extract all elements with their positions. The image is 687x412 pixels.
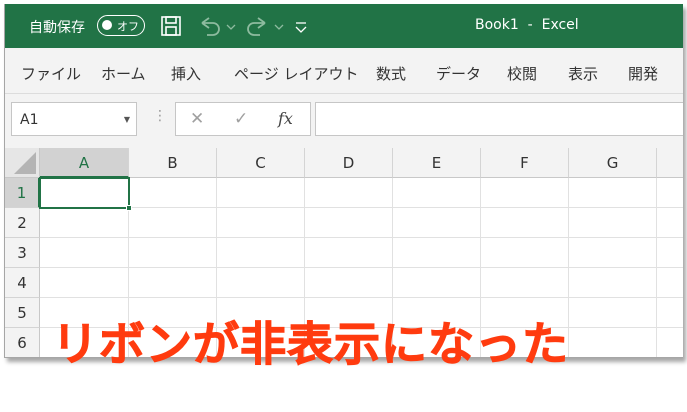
cell[interactable] [217, 208, 305, 238]
cell[interactable] [569, 208, 657, 238]
tab-developer[interactable]: 開発 [628, 63, 658, 84]
cell[interactable] [569, 298, 657, 328]
chevron-down-icon[interactable]: ▼ [124, 115, 130, 124]
cell[interactable] [657, 208, 683, 238]
autosave-toggle[interactable]: オフ [97, 15, 145, 36]
cell[interactable] [657, 268, 683, 298]
window-title: Book1 - Excel [475, 17, 579, 33]
excel-window: 自動保存 オフ Book1 - Excel ファイル ホーム 挿入 ページ レイ… [4, 4, 683, 358]
cell[interactable] [569, 178, 657, 208]
column-header-f[interactable]: F [481, 148, 569, 178]
column-header-e[interactable]: E [393, 148, 481, 178]
row-header-1[interactable]: 1 [5, 178, 40, 208]
cell[interactable] [657, 178, 683, 208]
menu-tabs: ファイル ホーム 挿入 ページ レイアウト 数式 データ 校閲 表示 開発 [5, 48, 683, 94]
row-header-3[interactable]: 3 [5, 238, 40, 268]
enter-icon[interactable]: ✓ [234, 109, 248, 129]
cell[interactable] [481, 178, 569, 208]
column-header-c[interactable]: C [217, 148, 305, 178]
row-header-2[interactable]: 2 [5, 208, 40, 238]
cell[interactable] [393, 268, 481, 298]
cell[interactable] [569, 268, 657, 298]
fill-handle[interactable] [126, 205, 132, 211]
cell[interactable] [657, 328, 683, 357]
cell[interactable] [393, 238, 481, 268]
name-box-value: A1 [20, 112, 39, 128]
row-header-6[interactable]: 6 [5, 328, 40, 357]
cell[interactable] [217, 178, 305, 208]
tab-data[interactable]: データ [436, 63, 481, 84]
cell[interactable] [657, 298, 683, 328]
tab-formulas[interactable]: 数式 [376, 63, 406, 84]
cell[interactable] [305, 178, 393, 208]
select-all-button[interactable] [5, 148, 40, 178]
cell[interactable] [40, 238, 129, 268]
formula-bar-grip-icon[interactable]: ⋮ [153, 108, 167, 124]
undo-icon[interactable] [197, 15, 239, 37]
column-header-b[interactable]: B [129, 148, 217, 178]
cell[interactable] [569, 328, 657, 357]
cell[interactable] [305, 208, 393, 238]
row-header-5[interactable]: 5 [5, 298, 40, 328]
cell[interactable] [40, 208, 129, 238]
cancel-icon[interactable]: ✕ [190, 109, 204, 129]
tab-file[interactable]: ファイル [21, 63, 81, 84]
cell[interactable] [129, 238, 217, 268]
cell[interactable] [129, 208, 217, 238]
cell[interactable] [305, 268, 393, 298]
caption-text: リボンが非表示になった [52, 317, 569, 372]
insert-function-button[interactable]: fx [278, 109, 293, 128]
redo-icon[interactable] [245, 15, 287, 37]
cell[interactable] [129, 178, 217, 208]
cell[interactable] [481, 208, 569, 238]
column-header-g[interactable]: G [569, 148, 657, 178]
formula-input[interactable] [315, 102, 683, 136]
tab-insert[interactable]: 挿入 [171, 63, 201, 84]
cell[interactable] [569, 238, 657, 268]
cell[interactable] [305, 238, 393, 268]
cell[interactable] [129, 268, 217, 298]
tab-view[interactable]: 表示 [568, 63, 598, 84]
tab-home[interactable]: ホーム [101, 63, 146, 84]
tab-review[interactable]: 校閲 [507, 63, 537, 84]
formula-buttons: ✕ ✓ fx [175, 102, 311, 136]
cell[interactable] [40, 268, 129, 298]
select-all-triangle-icon [14, 152, 36, 174]
name-box[interactable]: A1 ▼ [11, 102, 137, 136]
column-header-h-partial[interactable] [657, 148, 683, 178]
column-header-a[interactable]: A [40, 148, 129, 178]
save-icon[interactable] [160, 15, 182, 37]
formula-bar: A1 ▼ ⋮ ✕ ✓ fx [5, 94, 683, 148]
cell[interactable] [657, 238, 683, 268]
column-header-d[interactable]: D [305, 148, 393, 178]
toggle-knob [102, 20, 112, 30]
cell[interactable] [393, 178, 481, 208]
cell[interactable] [481, 268, 569, 298]
row-header-4[interactable]: 4 [5, 268, 40, 298]
active-cell-a1[interactable] [39, 177, 132, 211]
cell[interactable] [481, 238, 569, 268]
title-bar: 自動保存 オフ Book1 - Excel [5, 4, 683, 48]
tab-page-layout[interactable]: ページ レイアウト [234, 63, 358, 84]
autosave-state: オフ [117, 20, 139, 33]
cell[interactable] [217, 268, 305, 298]
cell[interactable] [217, 238, 305, 268]
cell[interactable] [393, 208, 481, 238]
autosave-label: 自動保存 [29, 20, 85, 36]
customize-qat-icon[interactable] [293, 15, 309, 37]
